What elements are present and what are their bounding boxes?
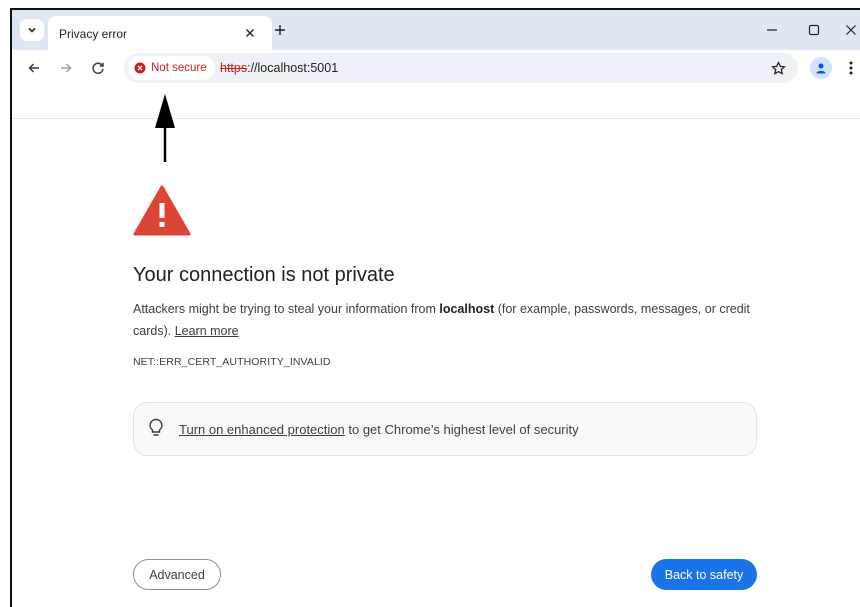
minimize-button[interactable] [760, 20, 784, 40]
minimize-icon [767, 29, 777, 31]
reload-button[interactable] [88, 58, 108, 78]
arrow-right-icon [61, 63, 72, 73]
error-description: Attackers might be trying to steal your … [133, 298, 753, 342]
advanced-button[interactable]: Advanced [133, 559, 221, 590]
error-code: NET::ERR_CERT_AUTHORITY_INVALID [133, 356, 331, 368]
tab-strip: Privacy error [12, 10, 860, 50]
profile-button[interactable] [810, 57, 832, 79]
maximize-icon [808, 24, 820, 36]
tab-search-button[interactable] [20, 19, 44, 41]
annotation-arrow-icon [155, 94, 175, 162]
window-close-button[interactable] [840, 20, 860, 40]
page-title: Your connection is not private [133, 264, 395, 286]
enhanced-protection-box: Turn on enhanced protection to get Chrom… [133, 402, 757, 456]
person-icon [816, 63, 826, 74]
toolbar: Not secure https://localhost:5001 [12, 50, 860, 86]
desc-host: localhost [439, 302, 495, 316]
maximize-button[interactable] [802, 20, 826, 40]
close-icon [246, 29, 254, 37]
protection-text: Turn on enhanced protection to get Chrom… [179, 422, 579, 437]
lightbulb-icon [149, 418, 163, 436]
warning-triangle-icon [133, 185, 191, 236]
error-circle-icon [134, 62, 146, 74]
not-secure-label: Not secure [151, 62, 207, 74]
new-tab-button[interactable] [270, 20, 290, 40]
kebab-menu-icon [849, 61, 853, 75]
close-icon [846, 25, 856, 35]
url-text[interactable]: https://localhost:5001 [220, 61, 338, 75]
plus-icon [275, 25, 285, 35]
back-button[interactable] [24, 58, 44, 78]
back-to-safety-button[interactable]: Back to safety [651, 559, 757, 590]
browser-window: Privacy error Not secure https://localho… [10, 8, 860, 607]
learn-more-link[interactable]: Learn more [175, 324, 239, 338]
tab-privacy-error[interactable]: Privacy error [48, 16, 272, 50]
desc-text-before: Attackers might be trying to steal your … [133, 302, 440, 316]
arrow-left-icon [28, 63, 39, 73]
forward-button[interactable] [56, 58, 76, 78]
toolbar-divider [12, 118, 860, 119]
menu-button[interactable] [844, 57, 858, 79]
star-icon [770, 60, 786, 75]
chevron-down-icon [28, 27, 36, 33]
tab-close-button[interactable] [240, 23, 260, 43]
enhanced-protection-link[interactable]: Turn on enhanced protection [179, 422, 345, 437]
protection-text-rest: to get Chrome’s highest level of securit… [344, 422, 579, 437]
bookmark-button[interactable] [768, 58, 788, 78]
url-scheme: https [220, 61, 248, 75]
security-chip[interactable]: Not secure [128, 56, 215, 80]
omnibox[interactable]: Not secure https://localhost:5001 [124, 53, 798, 83]
reload-icon [92, 62, 104, 74]
tab-title: Privacy error [59, 27, 128, 41]
url-host: ://localhost:5001 [247, 61, 339, 75]
